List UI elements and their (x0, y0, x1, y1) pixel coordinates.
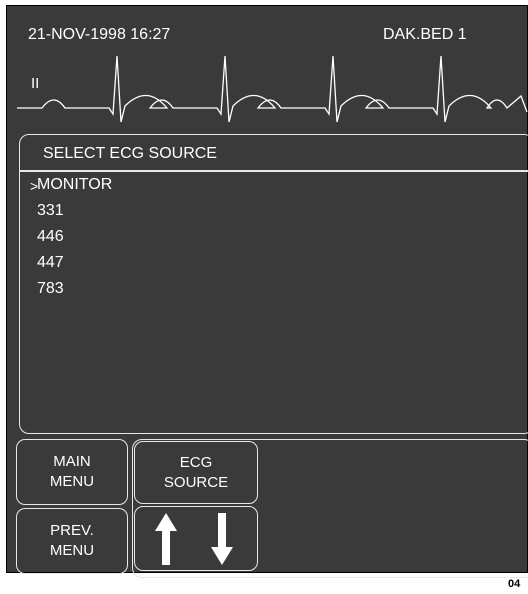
list-item-446[interactable]: 446 (37, 228, 64, 246)
monitor-screen: 21-NOV-1998 16:27 DAK.BED 1 II SELECT EC… (6, 5, 528, 578)
prev-menu-label-2: MENU (49, 542, 95, 559)
panel-divider (19, 170, 528, 172)
up-down-arrows-icon (155, 512, 233, 565)
ecg-trace (17, 55, 528, 123)
list-item-331[interactable]: 331 (37, 202, 64, 220)
ecg-source-label-1: ECG (179, 453, 213, 471)
main-menu-button[interactable]: MAIN MENU (16, 439, 128, 505)
prev-menu-button[interactable]: PREV. MENU (16, 508, 128, 574)
ecg-waveform (17, 55, 528, 123)
figure-number: 04 (508, 578, 521, 590)
list-item-783[interactable]: 783 (37, 280, 64, 298)
main-menu-label-1: MAIN (53, 453, 91, 470)
main-menu-label-2: MENU (49, 473, 95, 490)
ecg-source-label-2: SOURCE (163, 473, 229, 491)
scroll-arrows-button[interactable] (134, 506, 258, 571)
list-item-447[interactable]: 447 (37, 254, 64, 272)
prev-menu-label-1: PREV. (50, 522, 94, 539)
down-arrow-icon (211, 512, 233, 565)
ecg-source-button[interactable]: ECG SOURCE (134, 441, 258, 504)
list-item-monitor[interactable]: MONITOR (37, 176, 112, 194)
up-arrow-icon (155, 512, 177, 565)
panel-title: SELECT ECG SOURCE (43, 145, 217, 162)
